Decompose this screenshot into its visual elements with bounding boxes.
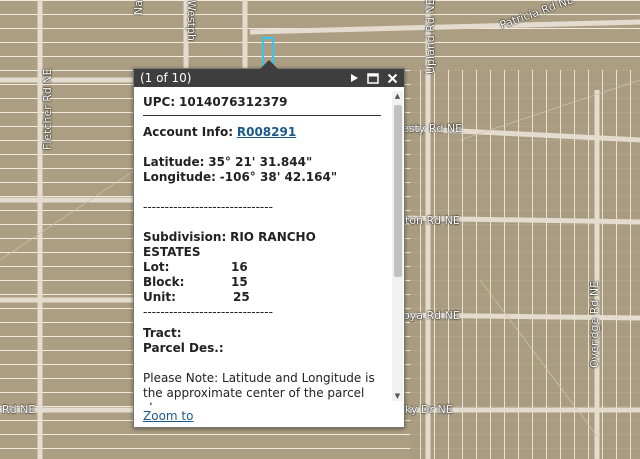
close-icon[interactable] [384,70,400,86]
popup-header: (1 of 10) [134,69,404,87]
subdivision-value-2: ESTATES [143,245,201,259]
popup-counter: (1 of 10) [140,71,192,85]
latitude-label: Latitude: [143,155,205,169]
road-label-na: Na [132,0,145,15]
unit-row: Unit: 25 [143,290,384,305]
scroll-up-icon[interactable]: ▲ [392,91,403,101]
account-link[interactable]: R008291 [237,125,296,139]
scroll-down-icon[interactable]: ▼ [392,391,403,401]
longitude-label: Longitude: [143,170,216,184]
lot-label: Lot: [143,260,170,274]
note-text: Please Note: Latitude and Longitude is t… [143,371,375,405]
info-popup: (1 of 10) UPC: 1014076312379 Account Inf… [133,60,405,428]
block-label: Block: [143,275,185,289]
lot-row: Lot: 16 [143,260,384,275]
unit-value: 25 [233,290,250,304]
road-label-rdne: Rd NE [2,403,36,416]
longitude-row: Longitude: -106° 38' 42.164" [143,170,384,185]
upc-value: 1014076312379 [178,95,288,109]
lot-value: 16 [231,260,248,274]
parcel-label: Parcel Des.: [143,341,224,355]
upc-label: UPC: [143,95,176,109]
road-label-esty: esty Rd NE [402,122,463,135]
block-row: Block: 15 [143,275,384,290]
upc-row: UPC: 1014076312379 [143,95,384,110]
subdivision-value: RIO RANCHO [230,230,316,244]
road-label-fletcher: Fletcher Rd NE [41,68,54,150]
block-value: 15 [231,275,248,289]
road-label-kydr: ky Dr NE [405,403,453,416]
popup-scrollbar[interactable]: ▲ ▼ [392,91,403,401]
parcel-row: Parcel Des.: [143,341,384,356]
latitude-row: Latitude: 35° 21' 31.844" [143,155,384,170]
divider [143,115,381,116]
latitude-value: 35° 21' 31.844" [208,155,313,169]
road-label-westph: Westph [185,0,198,41]
unit-label: Unit: [143,290,176,304]
account-row: Account Info: R008291 [143,125,384,140]
popup-pointer [260,60,278,69]
subdivision-row-2: ESTATES [143,245,384,260]
popup-footer: Zoom to [143,409,193,423]
account-label: Account Info: [143,125,234,139]
subdivision-row: Subdivision: RIO RANCHO [143,230,384,245]
subdivision-label: Subdivision: [143,230,227,244]
popup-content: UPC: 1014076312379 Account Info: R008291… [134,89,392,405]
maximize-icon[interactable] [365,70,381,86]
longitude-value: -106° 38' 42.164" [219,170,338,184]
road-label-overidge: Overidge Rd NE [588,280,601,368]
road-label-upland: Upland Rd NE [424,0,437,74]
tract-label: Tract: [143,326,182,340]
dash-separator: ------------------------------ [143,200,273,214]
dash-separator-2: ------------------------------ [143,305,273,319]
tract-row: Tract: [143,326,384,341]
play-icon[interactable] [346,70,362,86]
scroll-thumb[interactable] [394,105,402,277]
zoom-to-link[interactable]: Zoom to [143,409,193,423]
road-label-ton: ton Rd NE [405,214,460,227]
road-label-oya: oya Rd NE [403,309,460,322]
